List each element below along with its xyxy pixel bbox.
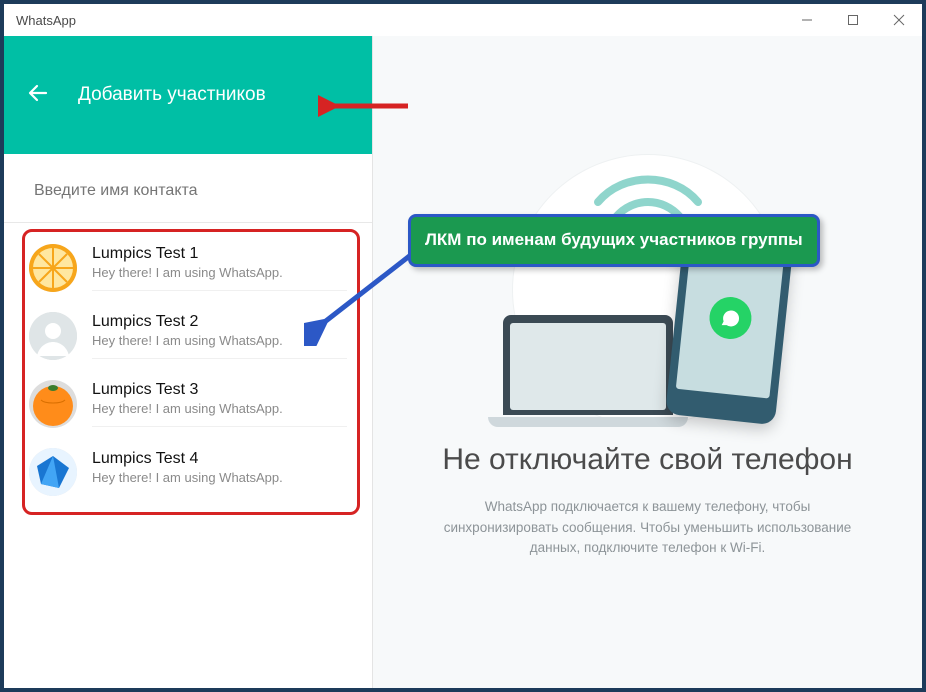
search-input[interactable] — [4, 162, 372, 214]
contact-row[interactable]: Lumpics Test 3 Hey there! I am using Wha… — [25, 370, 357, 438]
main-panel: Не отключайте свой телефон WhatsApp подк… — [372, 36, 922, 688]
search-container — [4, 154, 372, 223]
contact-status: Hey there! I am using WhatsApp. — [92, 401, 347, 416]
avatar — [29, 380, 77, 428]
app-window: WhatsApp Добавить участников — [0, 0, 926, 692]
blue-gem-icon — [29, 448, 77, 496]
hero-illustration — [478, 145, 818, 415]
content: Добавить участников Lumpics Test 1 — [4, 36, 922, 688]
sidebar: Добавить участников Lumpics Test 1 — [4, 36, 372, 688]
orange-slice-icon — [29, 244, 77, 292]
annotation-callout: ЛКМ по именам будущих участников группы — [408, 214, 820, 267]
maximize-button[interactable] — [830, 4, 876, 36]
close-icon — [893, 14, 905, 26]
orange-whole-icon — [29, 380, 77, 428]
maximize-icon — [847, 14, 859, 26]
default-avatar-icon — [29, 312, 77, 360]
avatar — [29, 244, 77, 292]
annotation-blue-arrow — [304, 236, 424, 346]
avatar — [29, 448, 77, 496]
laptop-icon — [488, 315, 688, 435]
arrow-left-icon — [26, 81, 50, 105]
annotation-red-arrow — [318, 86, 418, 126]
back-button[interactable] — [26, 81, 50, 110]
contact-name: Lumpics Test 4 — [92, 450, 347, 468]
titlebar: WhatsApp — [4, 4, 922, 36]
contact-row[interactable]: Lumpics Test 4 Hey there! I am using Wha… — [25, 438, 357, 506]
close-button[interactable] — [876, 4, 922, 36]
window-controls — [784, 4, 922, 36]
sidebar-header: Добавить участников — [4, 36, 372, 154]
contact-status: Hey there! I am using WhatsApp. — [92, 470, 347, 485]
sidebar-title: Добавить участников — [78, 84, 266, 106]
avatar — [29, 312, 77, 360]
minimize-button[interactable] — [784, 4, 830, 36]
minimize-icon — [801, 14, 813, 26]
main-subtitle: WhatsApp подключается к вашему телефону,… — [433, 497, 863, 560]
contact-text: Lumpics Test 4 Hey there! I am using Wha… — [92, 450, 347, 495]
contact-text: Lumpics Test 3 Hey there! I am using Wha… — [92, 381, 347, 427]
main-title: Не отключайте свой телефон — [442, 443, 852, 477]
contact-name: Lumpics Test 3 — [92, 381, 347, 399]
whatsapp-logo-icon — [707, 294, 753, 340]
window-title: WhatsApp — [4, 13, 76, 28]
